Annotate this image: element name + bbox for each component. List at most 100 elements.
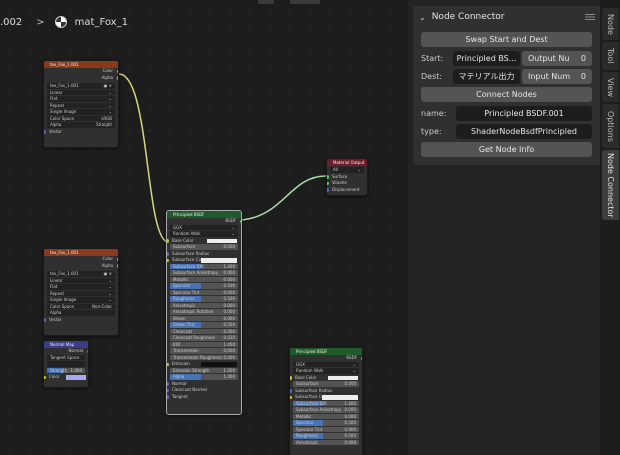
- source-dropdown[interactable]: Single Image ⌄: [47, 109, 115, 115]
- image-selector[interactable]: tex_Fox_1.001 ▣ ✕: [47, 271, 115, 277]
- input-row[interactable]: Roughness 0.500: [293, 433, 359, 439]
- start-label: Start:: [421, 54, 444, 63]
- input-row[interactable]: Anisotropic Rotation 0.000: [170, 309, 238, 315]
- space-dropdown[interactable]: Tangent Space: [47, 354, 85, 360]
- start-socket-field[interactable]: Output Nu 0: [522, 51, 592, 66]
- input-row[interactable]: Subsurface IOR 1.400: [170, 263, 238, 269]
- sss-method-dropdown[interactable]: Random Walk ⌄: [170, 231, 238, 237]
- dest-socket-field[interactable]: Input Num 0: [522, 69, 592, 84]
- output-alpha: Alpha: [44, 75, 118, 82]
- strength-field[interactable]: Strength 1.000: [47, 367, 85, 373]
- output-bsdf: BSDF: [167, 218, 241, 225]
- input-row[interactable]: Anisotropic 0.000: [293, 439, 359, 445]
- sss-method-dropdown[interactable]: Random Walk ⌄: [293, 368, 359, 374]
- interp-dropdown[interactable]: Linear ⌄: [47, 89, 115, 95]
- tab-tool[interactable]: Tool: [602, 42, 619, 70]
- panel-title: Node Connector: [431, 12, 505, 22]
- material-output-node[interactable]: Material Output All ⌄ Surface Volume Disp…: [326, 158, 368, 196]
- input-row[interactable]: Subsurface IOR 1.400: [293, 400, 359, 406]
- input-row[interactable]: Emission Strength 1.000: [170, 367, 238, 373]
- output-bsdf: BSDF: [290, 355, 362, 362]
- input-row[interactable]: Subsurface 0.000: [293, 381, 359, 387]
- connect-nodes-button[interactable]: Connect Nodes: [421, 87, 592, 102]
- input-vector: Vector: [44, 317, 118, 324]
- input-row[interactable]: Specular 0.500: [293, 420, 359, 426]
- input-row[interactable]: Metallic 0.000: [293, 413, 359, 419]
- input-row[interactable]: Roughness 0.500: [170, 296, 238, 302]
- input-row[interactable]: Specular 0.500: [170, 283, 238, 289]
- input-row[interactable]: Transmission Roughness 0.000: [170, 354, 238, 360]
- output-normal: Normal: [44, 348, 88, 355]
- uv-dropdown[interactable]: [47, 361, 85, 367]
- input-row[interactable]: Sheen 0.000: [170, 315, 238, 321]
- image-selector[interactable]: tex_Fox_1.001 ▣ ✕: [47, 83, 115, 89]
- input-row[interactable]: Alpha 1.000: [170, 374, 238, 380]
- input-row[interactable]: Subsurface Anisotropy 0.000: [170, 270, 238, 276]
- image-texture-node-2[interactable]: tex_Fox_1.001 Color Alpha tex_Fox_1.001 ▣…: [43, 248, 119, 336]
- principled-bsdf-node-2[interactable]: Principled BSDF BSDF GGX ⌄ Random Walk ⌄ B…: [289, 347, 363, 455]
- swap-button[interactable]: Swap Start and Dest: [421, 32, 592, 47]
- tab-view[interactable]: View: [602, 72, 619, 102]
- tab-options[interactable]: Options: [602, 104, 619, 148]
- tab-node[interactable]: Node: [602, 8, 619, 40]
- sidebar: ⌄ Node Connector Swap Start and Dest Sta…: [406, 0, 620, 455]
- input-row[interactable]: Specular Tint 0.000: [170, 289, 238, 295]
- normal-map-node[interactable]: Normal Map Normal Tangent Space Strength…: [43, 340, 89, 388]
- principled-bsdf-node-1[interactable]: Principled BSDF BSDF GGX ⌄ Random Walk ⌄ B…: [166, 210, 242, 415]
- input-row[interactable]: Clearcoat Roughness 0.030: [170, 335, 238, 341]
- sidebar-tabs: Node Tool View Options Node Connector: [600, 0, 620, 455]
- input-vector: Vector: [44, 129, 118, 136]
- input-row[interactable]: Metallic 0.000: [170, 276, 238, 282]
- node-header[interactable]: tex_Fox_1.001: [44, 249, 118, 256]
- input-color: Color: [44, 374, 88, 381]
- projection-dropdown[interactable]: Flat ⌄: [47, 284, 115, 290]
- colorspace-dropdown[interactable]: Color Space sRGB: [47, 115, 115, 121]
- link-bsdf-to-output: [241, 175, 327, 221]
- input-row[interactable]: Subsurface Anisotropy 0.000: [293, 407, 359, 413]
- name-label: name:: [421, 109, 447, 118]
- tab-node-connector[interactable]: Node Connector: [602, 150, 619, 220]
- extension-dropdown[interactable]: Repeat ⌄: [47, 290, 115, 296]
- start-node-field[interactable]: Principled BS...: [453, 51, 520, 66]
- dest-node-field[interactable]: マテリアル出力: [453, 69, 520, 84]
- node-editor[interactable]: .002 > mat_Fox_1 tex_Fox_1.001 Color Alp…: [0, 0, 620, 455]
- input-row[interactable]: Transmission 0.000: [170, 348, 238, 354]
- alpha-dropdown[interactable]: Alpha Straight: [47, 122, 115, 128]
- output-alpha: Alpha: [44, 263, 118, 270]
- target-dropdown[interactable]: All ⌄: [330, 167, 364, 173]
- colorspace-dropdown[interactable]: Color Space Non-Color: [47, 303, 115, 309]
- image-texture-node-1[interactable]: tex_Fox_1.001 Color Alpha tex_Fox_1.001 ▣…: [43, 60, 119, 148]
- bsdf-inputs: Base Color Subsurface 0.000 Subsurface Radi…: [167, 238, 241, 401]
- node-header[interactable]: Principled BSDF: [290, 348, 362, 355]
- node-header[interactable]: Principled BSDF: [167, 211, 241, 218]
- panel-header[interactable]: ⌄ Node Connector: [413, 6, 601, 28]
- type-label: type:: [421, 127, 442, 136]
- node-header[interactable]: tex_Fox_1.001: [44, 61, 118, 68]
- input-displacement: Displacement: [327, 187, 367, 194]
- input-row[interactable]: Subsurface 0.000: [170, 244, 238, 250]
- type-field[interactable]: ShaderNodeBsdfPrincipled: [456, 124, 592, 139]
- get-node-info-button[interactable]: Get Node Info: [421, 142, 592, 157]
- input-row[interactable]: Tangent: [167, 394, 241, 401]
- node-header[interactable]: Material Output: [327, 159, 367, 166]
- node-connector-panel: ⌄ Node Connector Swap Start and Dest Sta…: [413, 6, 601, 165]
- link-alpha-to-bsdf: [118, 73, 169, 243]
- bsdf-inputs: Base Color Subsurface 0.000 Subsurface Radi…: [290, 375, 362, 445]
- input-row[interactable]: Clearcoat 0.000: [170, 328, 238, 334]
- input-row[interactable]: IOR 1.450: [170, 341, 238, 347]
- input-row[interactable]: Sheen Tint 0.500: [170, 322, 238, 328]
- distribution-dropdown[interactable]: GGX ⌄: [293, 361, 359, 367]
- drag-handle-icon[interactable]: [585, 14, 595, 20]
- projection-dropdown[interactable]: Flat ⌄: [47, 96, 115, 102]
- input-row[interactable]: Anisotropic 0.000: [170, 302, 238, 308]
- input-row[interactable]: Specular Tint 0.000: [293, 426, 359, 432]
- dest-label: Dest:: [421, 72, 443, 81]
- name-field[interactable]: Principled BSDF.001: [456, 106, 592, 121]
- extension-dropdown[interactable]: Repeat ⌄: [47, 102, 115, 108]
- node-header[interactable]: Normal Map: [44, 341, 88, 348]
- distribution-dropdown[interactable]: GGX ⌄: [170, 224, 238, 230]
- alpha-dropdown[interactable]: Alpha: [47, 310, 115, 316]
- interp-dropdown[interactable]: Linear ⌄: [47, 277, 115, 283]
- chevron-down-icon[interactable]: ⌄: [419, 13, 426, 22]
- source-dropdown[interactable]: Single Image ⌄: [47, 297, 115, 303]
